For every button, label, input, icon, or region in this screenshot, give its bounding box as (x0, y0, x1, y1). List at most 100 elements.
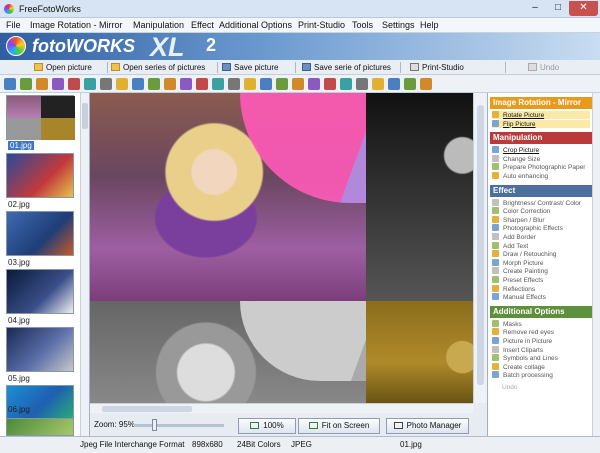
star-icon[interactable] (404, 78, 416, 90)
manual-effects-icon[interactable] (276, 78, 288, 90)
effects-preset-icon[interactable] (244, 78, 256, 90)
menu-settings[interactable]: Settings (382, 20, 415, 30)
image-canvas[interactable] (90, 93, 473, 403)
panel-item[interactable]: Add Border (492, 233, 536, 241)
fit-on-screen-button[interactable]: Fit on Screen (298, 418, 380, 434)
crop-icon[interactable] (4, 78, 16, 90)
menu-file[interactable]: File (6, 20, 21, 30)
thumbnail-01[interactable] (6, 95, 75, 140)
section-header[interactable]: Image Rotation - Mirror (490, 97, 592, 109)
scroll-thumb[interactable] (477, 105, 484, 385)
zoom-slider-handle[interactable] (152, 419, 157, 431)
panel-item[interactable]: Morph Picture (492, 258, 543, 267)
function-icon (492, 146, 499, 154)
panel-item[interactable]: Create Painting (492, 267, 548, 275)
panel-item[interactable]: Brightness/ Contrast/ Color (492, 198, 581, 207)
panel-item[interactable]: Draw / Retouching (492, 250, 556, 258)
thumbnail-02[interactable] (6, 153, 74, 198)
close-button[interactable]: ✕ (569, 1, 598, 16)
panel-item[interactable]: Rotate Picture (492, 111, 590, 119)
panel-item[interactable]: Photographic Effects (492, 224, 563, 232)
panel-item[interactable]: Color Correction (492, 207, 550, 215)
reflection-icon[interactable] (260, 78, 272, 90)
rotate-right-icon[interactable] (36, 78, 48, 90)
print-studio-button[interactable]: Print-Studio (410, 61, 464, 74)
thumbnail-07[interactable] (6, 418, 74, 436)
panel-item[interactable]: Picture in Picture (492, 337, 552, 345)
painting-icon[interactable] (228, 78, 240, 90)
clipart-icon[interactable] (340, 78, 352, 90)
contrast-icon[interactable] (84, 78, 96, 90)
zoom-slider[interactable] (134, 424, 224, 427)
panel-item[interactable]: Reflections (492, 284, 535, 293)
thumbnail-05[interactable] (6, 327, 74, 372)
rotate-left-icon[interactable] (20, 78, 32, 90)
panel-item[interactable]: Create collage (492, 362, 545, 371)
canvas-horizontal-scrollbar[interactable] (90, 403, 473, 413)
mask-icon[interactable] (292, 78, 304, 90)
resize-icon[interactable] (68, 78, 80, 90)
flip-icon[interactable] (52, 78, 64, 90)
morph-icon[interactable] (212, 78, 224, 90)
minimize-button[interactable]: – (524, 1, 546, 16)
save-series-button[interactable]: Save serie of pictures (302, 61, 391, 74)
section-header[interactable]: Effect (490, 184, 592, 197)
function-icon (492, 119, 499, 127)
border-icon[interactable] (164, 78, 176, 90)
text-icon[interactable] (180, 78, 192, 90)
menu-print-studio[interactable]: Print-Studio (298, 20, 345, 30)
menu-help[interactable]: Help (420, 20, 439, 30)
panel-item-label: Add Border (503, 234, 536, 241)
panel-item[interactable]: Manual Effects (492, 293, 546, 301)
panel-item[interactable]: Batch processing (492, 371, 553, 379)
panel-item[interactable]: Insert Cliparts (492, 345, 543, 354)
menu-tools[interactable]: Tools (352, 20, 373, 30)
thumbnail-label: 01.jpg (8, 141, 34, 150)
save-picture-button[interactable]: Save picture (222, 61, 278, 74)
panel-item[interactable]: Sharpen / Blur (492, 215, 545, 224)
help-icon[interactable] (420, 78, 432, 90)
canvas-vertical-scrollbar[interactable] (473, 93, 487, 403)
redeye-icon[interactable] (308, 78, 320, 90)
batch-icon[interactable] (388, 78, 400, 90)
picture-in-picture-icon[interactable] (324, 78, 336, 90)
panel-item[interactable]: Preset Effects (492, 276, 543, 284)
undo-button[interactable]: Undo (528, 61, 559, 74)
section-header[interactable]: Manipulation (490, 132, 592, 145)
maximize-button[interactable]: □ (547, 1, 569, 16)
panel-item[interactable]: Change Size (492, 154, 540, 163)
panel-item[interactable]: Symbols and Lines (492, 354, 558, 362)
draw-icon[interactable] (196, 78, 208, 90)
panel-item[interactable]: Remove red eyes (492, 328, 554, 336)
effects-icon[interactable] (148, 78, 160, 90)
zoom-100-button[interactable]: 100% (238, 418, 296, 434)
sharpen-icon[interactable] (116, 78, 128, 90)
photo-manager-button[interactable]: Photo Manager (386, 418, 469, 434)
function-icon (492, 345, 499, 353)
panel-item[interactable]: Prepare Photographic Paper (492, 163, 585, 171)
panel-item[interactable]: Flip Picture (492, 119, 590, 128)
menu-image-rotation[interactable]: Image Rotation - Mirror (30, 20, 123, 30)
panel-item[interactable]: Auto enhancing (492, 172, 548, 180)
menu-manipulation[interactable]: Manipulation (133, 20, 184, 30)
open-picture-button[interactable]: Open picture (34, 61, 92, 74)
blur-icon[interactable] (132, 78, 144, 90)
symbols-icon[interactable] (356, 78, 368, 90)
panel-item[interactable]: Add Text (492, 241, 528, 250)
scroll-thumb[interactable] (82, 103, 88, 129)
collage-icon[interactable] (372, 78, 384, 90)
menu-effect[interactable]: Effect (191, 20, 214, 30)
thumbnail-03[interactable] (6, 211, 74, 256)
photo-manager-label: Photo Manager (406, 421, 462, 430)
panel-item[interactable]: Crop Picture (492, 146, 539, 154)
open-series-button[interactable]: Open series of pictures (111, 61, 205, 74)
thumbnail-scrollbar[interactable] (80, 93, 89, 436)
function-panel-scrollbar[interactable] (592, 93, 600, 436)
color-icon[interactable] (100, 78, 112, 90)
panel-undo[interactable]: Undo (502, 384, 518, 392)
menu-additional-options[interactable]: Additional Options (219, 20, 292, 30)
thumbnail-04[interactable] (6, 269, 74, 314)
section-header[interactable]: Additional Options (490, 305, 592, 318)
scroll-thumb[interactable] (102, 406, 192, 412)
panel-item[interactable]: Masks (492, 319, 522, 328)
